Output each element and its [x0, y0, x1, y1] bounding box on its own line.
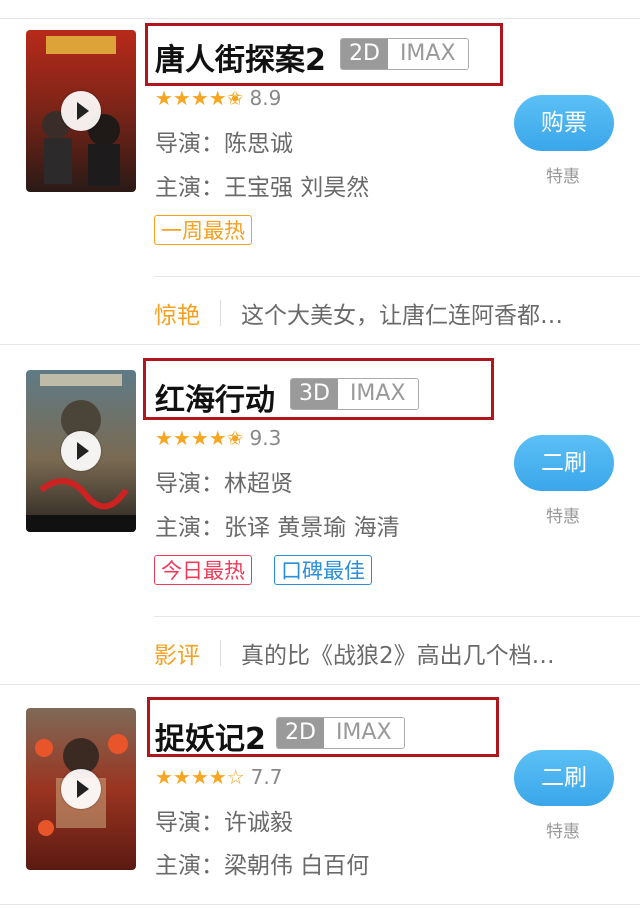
rating-score: 7.7	[250, 765, 283, 789]
play-icon[interactable]	[61, 769, 101, 809]
bottom-divider	[0, 904, 640, 905]
cast-names: 梁朝伟 白百何	[224, 853, 370, 879]
rating-score: 8.9	[249, 86, 282, 110]
format-imax: IMAX	[323, 718, 404, 748]
movie-poster[interactable]	[26, 708, 136, 870]
divider	[154, 616, 640, 617]
movie-title[interactable]: 红海行动	[155, 375, 275, 419]
rewatch-button[interactable]: 二刷	[514, 750, 614, 806]
section-divider	[0, 344, 640, 345]
format-imax: IMAX	[337, 379, 418, 409]
director-name: 林超贤	[224, 471, 293, 497]
director-name: 陈思诚	[224, 131, 293, 157]
section-divider	[0, 684, 640, 685]
format-badge: 2D IMAX	[340, 38, 469, 70]
rating-score: 9.3	[249, 426, 282, 450]
format-imax: IMAX	[387, 39, 468, 69]
review-text: 这个大美女，让唐仁连阿香都…	[241, 303, 563, 329]
cast-names: 张译 黄景瑜 海清	[224, 515, 400, 541]
review-row[interactable]: 影评 真的比《战狼2》高出几个档…	[154, 636, 555, 670]
director-line: 导演：林超贤	[155, 464, 293, 498]
format-badge: 3D IMAX	[290, 378, 419, 410]
rating: ★★★★☆ 7.7	[155, 765, 282, 789]
tag-badge: 口碑最佳	[274, 555, 372, 585]
movie-title[interactable]: 捉妖记2	[155, 714, 266, 758]
rewatch-button[interactable]: 二刷	[514, 435, 614, 491]
format-badge: 2D IMAX	[276, 717, 405, 749]
rating: ★★★★✬ 8.9	[155, 86, 281, 110]
movie-poster[interactable]	[26, 370, 136, 532]
review-keyword: 惊艳	[154, 303, 200, 329]
format-2d: 2D	[277, 718, 324, 748]
top-divider	[0, 18, 640, 19]
review-separator	[220, 300, 221, 326]
director-label: 导演：	[155, 810, 224, 836]
director-name: 许诚毅	[224, 810, 293, 836]
cast-label: 主演：	[155, 853, 224, 879]
director-line: 导演：许诚毅	[155, 803, 293, 837]
tag-badge: 一周最热	[154, 215, 252, 245]
director-label: 导演：	[155, 131, 224, 157]
star-rating-icon: ★★★★✬	[155, 86, 244, 110]
format-2d: 2D	[341, 39, 388, 69]
review-keyword: 影评	[154, 643, 200, 669]
cast-label: 主演：	[155, 515, 224, 541]
rating: ★★★★✬ 9.3	[155, 426, 281, 450]
star-rating-icon: ★★★★✬	[155, 426, 244, 450]
review-separator	[220, 640, 221, 666]
cast-line: 主演：张译 黄景瑜 海清	[155, 508, 400, 542]
promo-label: 特惠	[546, 507, 580, 527]
buy-ticket-button[interactable]: 购票	[514, 95, 614, 151]
star-rating-icon: ★★★★☆	[155, 765, 245, 789]
divider	[154, 276, 640, 277]
play-icon[interactable]	[61, 431, 101, 471]
cast-label: 主演：	[155, 175, 224, 201]
review-row[interactable]: 惊艳 这个大美女，让唐仁连阿香都…	[154, 296, 563, 330]
director-line: 导演：陈思诚	[155, 124, 293, 158]
cast-line: 主演：王宝强 刘昊然	[155, 168, 369, 202]
cast-line: 主演：梁朝伟 白百何	[155, 846, 369, 880]
movie-title[interactable]: 唐人街探案2	[155, 35, 326, 79]
review-text: 真的比《战狼2》高出几个档…	[241, 643, 555, 669]
movie-poster[interactable]	[26, 30, 136, 192]
cast-names: 王宝强 刘昊然	[224, 175, 370, 201]
play-icon[interactable]	[61, 91, 101, 131]
promo-label: 特惠	[546, 167, 580, 187]
director-label: 导演：	[155, 471, 224, 497]
tag-badge: 今日最热	[154, 555, 252, 585]
format-3d: 3D	[291, 379, 338, 409]
promo-label: 特惠	[546, 822, 580, 842]
